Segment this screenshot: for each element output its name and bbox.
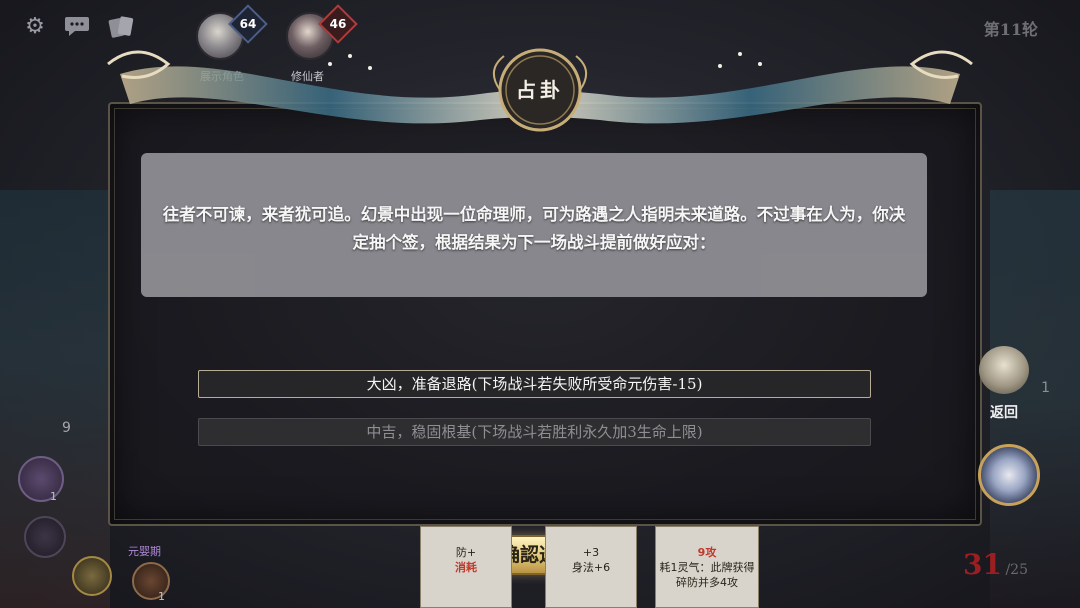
player1-level: 64 xyxy=(239,17,257,31)
skill-orb-icon[interactable] xyxy=(978,444,1040,506)
description-panel: 往者不可谏，来者犹可追。幻景中出现一位命理师，可为路遇之人指明未来道路。不过事在… xyxy=(141,153,927,297)
hand-card-3[interactable]: 9攻 耗1灵气：此牌获得碎防并多4攻 xyxy=(655,526,759,608)
hand-card-2[interactable]: +3 身法+6 xyxy=(545,526,637,608)
player2-level: 46 xyxy=(329,17,347,31)
left-orb-count: 1 xyxy=(50,490,57,503)
hp-current: 31 xyxy=(963,548,1002,581)
option-good-omen[interactable]: 中吉，稳固根基(下场战斗若胜利永久加3生命上限) xyxy=(198,418,871,446)
card-2-line1: +3 xyxy=(582,546,600,559)
event-description: 往者不可谏，来者犹可追。幻景中出现一位命理师，可为路遇之人指明未来道路。不过事在… xyxy=(162,205,906,252)
left-skill-orb-icon[interactable] xyxy=(18,456,64,502)
left-skill-orb-2-icon[interactable] xyxy=(24,516,66,558)
back-label: 返回 xyxy=(990,405,1018,421)
left-count: 9 xyxy=(62,420,71,436)
title-medallion: 占卦 xyxy=(480,44,600,136)
back-button[interactable]: 返回 xyxy=(974,346,1034,426)
back-icon xyxy=(979,346,1029,394)
option-bad-omen[interactable]: 大凶，准备退路(下场战斗若失败所受命元伤害-15) xyxy=(198,370,871,398)
bottom-orb-icon[interactable] xyxy=(72,556,112,596)
event-title: 占卦 xyxy=(516,78,564,102)
round-counter: 第11轮 xyxy=(983,20,1038,39)
gear-icon[interactable]: ⚙ xyxy=(22,14,48,40)
chat-bubble-shape xyxy=(65,17,89,36)
card-1-line1: 防+ xyxy=(455,546,477,559)
card-3-line1: 9攻 xyxy=(697,546,717,559)
chat-bubble-icon[interactable] xyxy=(64,14,90,40)
bottom-orb-count: 1 xyxy=(158,590,165,603)
card-1-line2: 消耗 xyxy=(455,561,477,574)
deck-count: 1 xyxy=(1041,380,1050,396)
hand-card-1[interactable]: 防+ 消耗 xyxy=(420,526,512,608)
card-2-line2: 身法+6 xyxy=(571,561,611,574)
card-3-line2: 耗1灵气：此牌获得碎防并多4攻 xyxy=(659,561,755,589)
realm-tag: 元婴期 xyxy=(128,545,161,558)
hp-max: /25 xyxy=(1005,562,1028,578)
